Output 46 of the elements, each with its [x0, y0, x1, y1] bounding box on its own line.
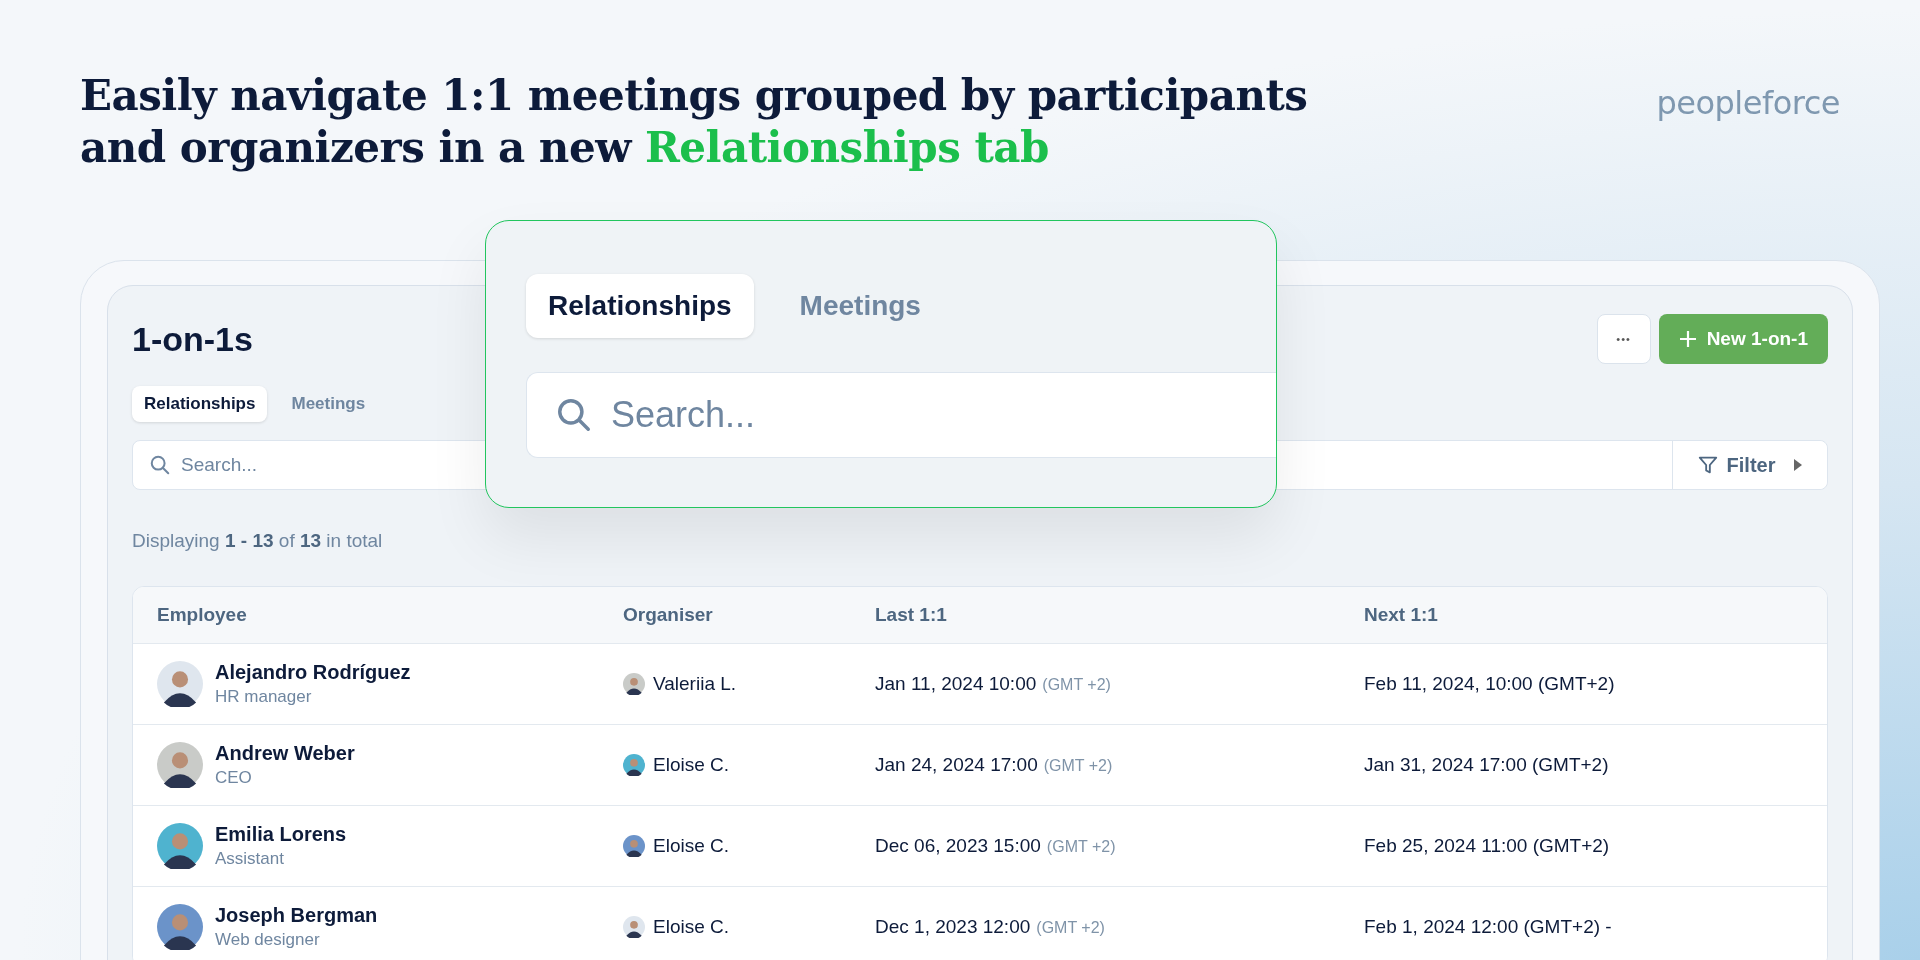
employee-name[interactable]: Alejandro Rodríguez — [215, 661, 411, 684]
plus-icon — [1678, 330, 1697, 348]
timezone-label: (GMT +2) — [1036, 919, 1105, 936]
employee-name[interactable]: Andrew Weber — [215, 742, 355, 765]
avatar — [157, 661, 203, 707]
column-header: Last 1:1 — [875, 604, 948, 626]
organiser-name: Eloise C. — [653, 835, 730, 857]
employee-role: HR manager — [215, 687, 313, 707]
avatar — [623, 754, 645, 776]
avatar — [623, 673, 645, 695]
employee-role: CEO — [215, 768, 253, 788]
tab[interactable]: Relationships — [132, 386, 268, 422]
next-meeting-date: Jan 31, 2024 17:00 (GMT+2) — [1364, 754, 1610, 776]
avatar — [157, 823, 203, 869]
column-header: Next 1:1 — [1364, 604, 1439, 626]
employee-name[interactable]: Emilia Lorens — [215, 823, 347, 846]
column-header: Employee — [157, 604, 248, 626]
avatar — [623, 916, 645, 938]
avatar — [157, 742, 203, 788]
avatar — [157, 904, 203, 950]
last-meeting-date: Dec 06, 2023 15:00 — [875, 835, 1041, 856]
headline: Easily navigate 1:1 meetings grouped by participants and organizers in a new Relationships tab — [80, 70, 1309, 174]
next-meeting-date: Feb 1, 2024 12:00 (GMT+2) - — [1364, 916, 1613, 938]
organiser-name: Eloise C. — [653, 916, 730, 938]
tab[interactable]: Relationships — [526, 274, 754, 338]
last-meeting-date: Jan 11, 2024 10:00 — [875, 673, 1037, 694]
organiser-name: Valeriia L. — [653, 673, 737, 695]
next-meeting-date: Feb 11, 2024, 10:00 (GMT+2) — [1364, 673, 1616, 695]
last-meeting-date: Jan 24, 2024 17:00 — [875, 754, 1038, 775]
results-summary: Displaying 1 - 13 of 13 in total — [132, 530, 384, 552]
search-icon — [555, 396, 593, 434]
timezone-label: (GMT +2) — [1043, 757, 1113, 774]
employee-role: Web designer — [215, 930, 321, 950]
search-field[interactable]: Search... — [526, 372, 1276, 458]
employee-role: Assistant — [215, 849, 285, 869]
logo: peopleforce — [1656, 84, 1840, 122]
timezone-label: (GMT +2) — [1042, 676, 1111, 693]
next-meeting-date: Feb 25, 2024 11:00 (GMT+2) — [1364, 835, 1611, 857]
page-title: 1-on-1s — [132, 319, 253, 359]
column-header: Organiser — [623, 604, 714, 626]
more-button[interactable]: ••• — [1596, 314, 1651, 364]
last-meeting-date: Dec 1, 2023 12:00 — [875, 916, 1031, 937]
employee-name[interactable]: Joseph Bergman — [215, 904, 378, 927]
organiser-name: Eloise C. — [653, 754, 730, 776]
avatar — [623, 835, 645, 857]
timezone-label: (GMT +2) — [1046, 838, 1116, 855]
